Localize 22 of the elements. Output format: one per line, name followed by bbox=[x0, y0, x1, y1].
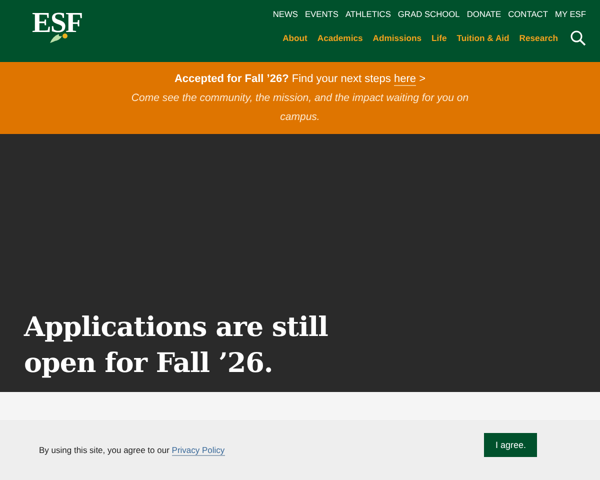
banner-text: Accepted for Fall ’26? Find your next steps bbox=[174, 72, 391, 84]
utility-nav-link[interactable]: CONTACT bbox=[508, 9, 548, 19]
hero-heading: Applications are still open for Fall ’26. bbox=[24, 311, 329, 381]
main-nav-link[interactable]: Tuition & Aid bbox=[456, 33, 510, 43]
utility-nav-link[interactable]: ATHLETICS bbox=[345, 9, 391, 19]
search-icon[interactable] bbox=[570, 30, 586, 46]
cookie-text: By using this site, you agree to our Privacy Policy bbox=[39, 445, 225, 455]
main-nav-link[interactable]: Life bbox=[432, 33, 447, 43]
site-logo[interactable]: ESF bbox=[32, 10, 82, 36]
utility-nav-link[interactable]: MY ESF bbox=[554, 9, 586, 19]
main-nav-link[interactable]: About bbox=[282, 33, 308, 43]
banner-subtitle: Come see the community, the mission, and the impact waiting for you on campus. bbox=[130, 90, 470, 124]
arrow-glyph: > bbox=[419, 72, 426, 84]
main-nav-link[interactable]: Admissions bbox=[372, 33, 422, 43]
utility-nav-link[interactable]: EVENTS bbox=[304, 9, 338, 19]
agree-button[interactable]: I agree. bbox=[484, 433, 537, 457]
utility-nav-link[interactable]: GRAD SCHOOL bbox=[398, 9, 460, 19]
main-nav-link[interactable]: Academics bbox=[317, 33, 363, 43]
utility-nav-link[interactable]: NEWS bbox=[272, 9, 298, 19]
utility-nav-link[interactable]: DONATE bbox=[466, 9, 502, 19]
privacy-link[interactable]: Privacy Policy bbox=[172, 445, 225, 456]
main-nav-link[interactable]: Research bbox=[519, 33, 558, 43]
